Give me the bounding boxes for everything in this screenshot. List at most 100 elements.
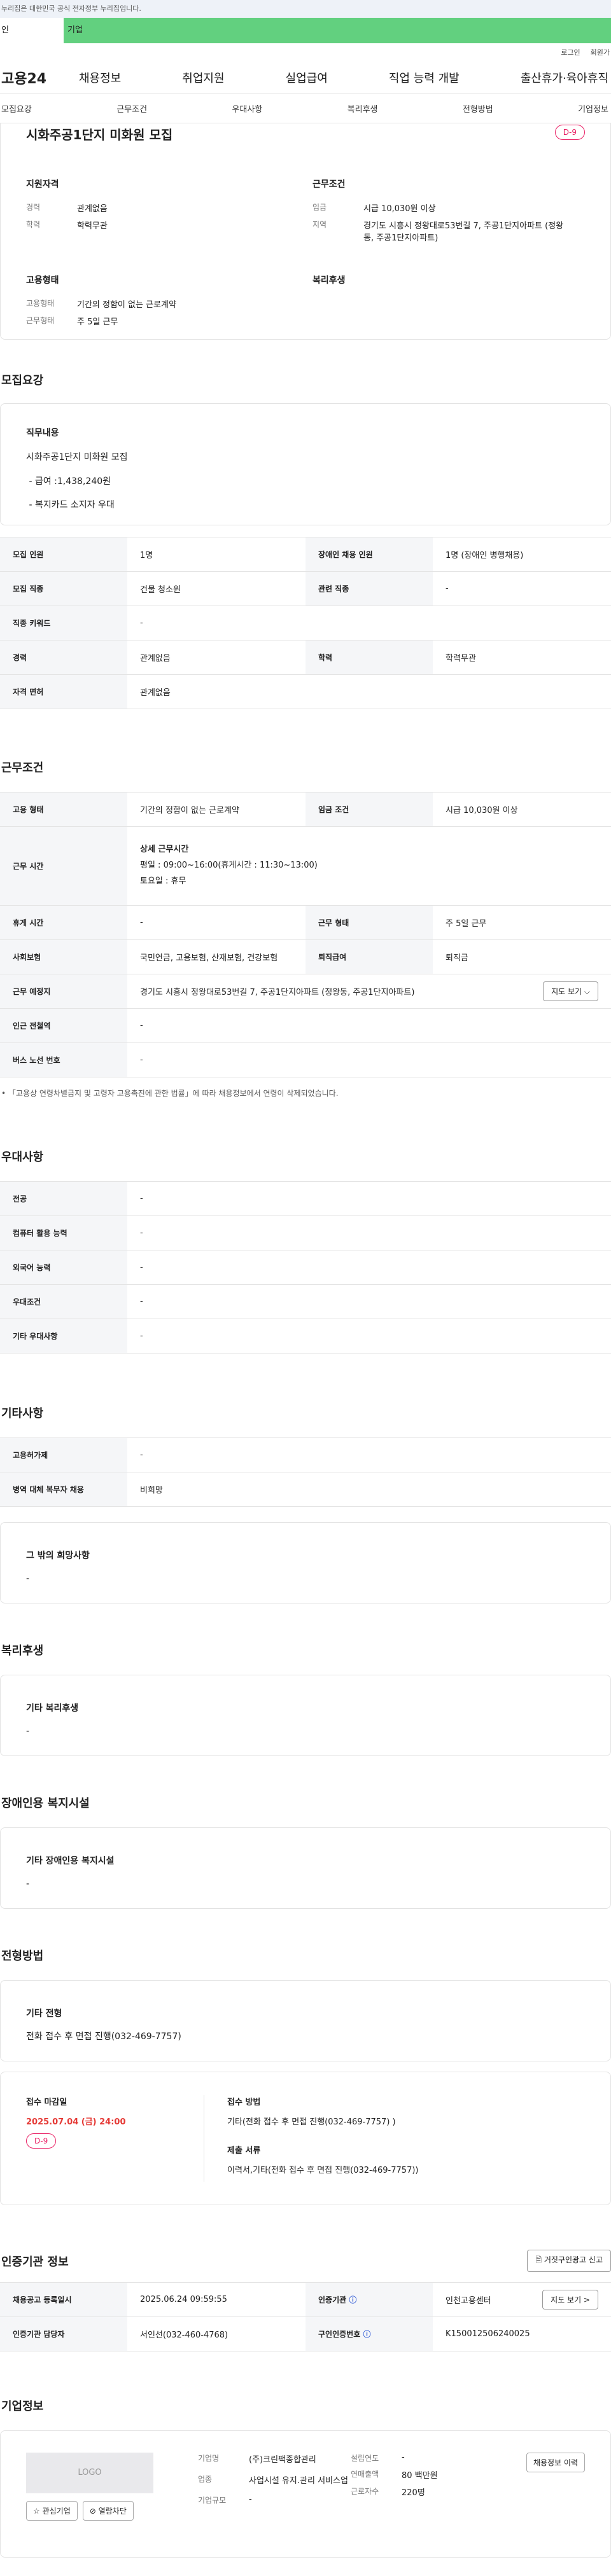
subnav-company[interactable]: 기업정보 [578, 102, 608, 114]
cell-label: 직종 키워드 [0, 606, 127, 641]
docs-heading: 제출 서류 [227, 2146, 261, 2156]
subnav-recruit[interactable]: 모집요강 [1, 102, 32, 114]
cell-label: 경력 [0, 640, 127, 675]
block-view-button[interactable]: ⊘ 열람차단 [82, 2501, 134, 2521]
deadline-heading: 접수 마감일 [26, 2098, 67, 2107]
cell-value: - [127, 1042, 611, 1077]
cell-value: - [127, 1437, 611, 1472]
table-row: 근무 예정지 경기도 시흥시 정왕대로53번길 7, 주공1단지아파트 (정왕동,… [0, 974, 611, 1009]
apply-card: 접수 마감일 2025.07.04 (금) 24:00 D-9 접수 방법 기타… [0, 2072, 611, 2205]
tab-company[interactable]: 기업 [64, 18, 611, 43]
cell-value: 2025.06.24 09:59:55 [127, 2282, 306, 2317]
history-button[interactable]: 채용정보 이력 [526, 2453, 585, 2472]
cell-value: - [127, 1008, 611, 1043]
cell-label: 관련 직종 [306, 571, 433, 606]
cell-label: 기타 우대사항 [0, 1319, 127, 1354]
welfare-card-value: - [26, 1726, 30, 1737]
cell-label: 학력 [306, 640, 433, 675]
table-row: 채용공고 등록일시 2025.06.24 09:59:55 인증기관 ⓘ 인천고용센터… [0, 2282, 611, 2317]
disabled-card-heading: 기타 장애인용 복지시설 [26, 1856, 115, 1866]
login-link[interactable]: 로그인 [561, 47, 580, 57]
gnb-training[interactable]: 직업 능력 개발 [389, 69, 460, 86]
cell-value: - [127, 1319, 611, 1354]
cert-org-label: 인증기관 [318, 2296, 347, 2304]
cell-value: 인천고용센터 [446, 2296, 491, 2306]
cell-label: 고용허가제 [0, 1437, 127, 1472]
deadline-value: 2025.07.04 (금) 24:00 [26, 2117, 126, 2127]
cell-value: 기간의 정함이 없는 근로계약 [127, 792, 306, 827]
table-row: 모집 직종 건물 청소원 관련 직종 - [0, 571, 611, 606]
company-card: LOGO ☆ 관심기업 ⊘ 열람차단 기업명 (주)크린팩종합관리 업종 사업시설 … [0, 2430, 611, 2558]
cell-label: 휴게 시간 [0, 905, 127, 940]
job-line: - 급여 :1,438,240원 [26, 476, 111, 487]
cell-label: 근무 시간 [0, 826, 127, 906]
table-row: 휴게 시간 - 근무 형태 주 5일 근무 [0, 905, 611, 940]
sales-label: 연매출액 [351, 2470, 379, 2479]
employees-label: 근로자수 [351, 2487, 379, 2496]
qual-heading: 지원자격 [26, 179, 59, 190]
cell-value: 학력무관 [433, 640, 611, 675]
cert-map-button[interactable]: 지도 보기 > [542, 2290, 598, 2309]
location-cell: 경기도 시흥시 정왕대로53번길 7, 주공1단지아파트 (정왕동, 주공1단지… [127, 974, 611, 1009]
map-button[interactable]: 지도 보기 ⌵ [543, 981, 598, 1001]
gnb-jobs[interactable]: 채용정보 [79, 69, 121, 86]
subnav-welfare[interactable]: 복리후생 [348, 102, 378, 114]
cell-label: 사회보험 [0, 939, 127, 974]
cell-label: 버스 노선 번호 [0, 1042, 127, 1077]
pref-table: 전공 - 컴퓨터 활용 능력 - 외국어 능력 - 우대조건 - 기타 우대사항 - [0, 1181, 611, 1354]
cell-label: 채용공고 등록일시 [0, 2282, 127, 2317]
cond-heading: 근무조건 [313, 179, 346, 190]
cell-value: 퇴직금 [433, 939, 611, 974]
company-name-label: 기업명 [198, 2454, 220, 2463]
cell-label: 근무 예정지 [0, 974, 127, 1009]
disabled-card-value: - [26, 1879, 30, 1890]
subnav-work[interactable]: 근무조건 [116, 102, 147, 114]
hours-heading: 상세 근무시간 [140, 845, 189, 855]
cert-no-label: 구인인증번호 [318, 2330, 361, 2339]
cell-label: 전공 [0, 1181, 127, 1216]
cell-label: 병역 대체 복무자 채용 [0, 1472, 127, 1507]
worktype-value: 주 5일 근무 [77, 317, 118, 327]
job-title: 시화주공1단지 미화원 모집 [26, 127, 173, 142]
table-row: 모집 인원 1명 장애인 채용 인원 1명 (장애인 병행채용) [0, 537, 611, 572]
gnb-employment-support[interactable]: 취업지원 [182, 69, 224, 86]
wage-value: 시급 10,030원 이상 [363, 204, 436, 214]
deadline-dday-badge: D-9 [26, 2133, 57, 2149]
cell-value: 국민연금, 고용보험, 산재보험, 건강보험 [127, 939, 306, 974]
cell-label: 임금 조건 [306, 792, 433, 827]
recruit-table: 모집 인원 1명 장애인 채용 인원 1명 (장애인 병행채용) 모집 직종 건물 청소… [0, 537, 611, 709]
cell-value: 관계없음 [127, 674, 611, 709]
etc-card-heading: 그 밖의 희망사항 [26, 1551, 90, 1561]
subnav-select[interactable]: 전형방법 [463, 102, 493, 114]
cell-value: 1명 (장애인 병행채용) [433, 537, 611, 572]
cell-label: 외국어 능력 [0, 1250, 127, 1285]
select-card-heading: 기타 전형 [26, 2009, 62, 2019]
gnb-leave[interactable]: 출산휴가·육아휴직 [521, 69, 608, 86]
edu-value: 학력무관 [77, 221, 108, 231]
cell-label: 컴퓨터 활용 능력 [0, 1215, 127, 1250]
table-row: 인근 전철역 - [0, 1008, 611, 1043]
welfare-card: 기타 복리후생 - [0, 1675, 611, 1756]
cell-value: - [127, 1250, 611, 1285]
career-label: 경력 [26, 203, 41, 212]
tab-individual[interactable]: 인 [0, 18, 64, 43]
cell-value: 주 5일 근무 [433, 905, 611, 940]
table-row: 외국어 능력 - [0, 1250, 611, 1285]
cell-value: - [127, 1215, 611, 1250]
etc-card-value: - [26, 1574, 30, 1584]
cell-value: K150012506240025 [433, 2316, 611, 2351]
disabled-heading: 장애인용 복지시설 [1, 1797, 90, 1810]
info-icon[interactable]: ⓘ [363, 2330, 370, 2339]
report-button[interactable]: 🗎 거짓구인광고 신고 [527, 2250, 611, 2272]
cell-label: 퇴직급여 [306, 939, 433, 974]
gnb-unemployment[interactable]: 실업급여 [286, 69, 328, 86]
signup-link[interactable]: 회원가 [591, 47, 610, 57]
favorite-company-button[interactable]: ☆ 관심기업 [26, 2501, 78, 2521]
gov-notice: 누리집은 대한민국 공식 전자정부 누리집입니다. [0, 0, 611, 18]
site-logo[interactable]: 고용24 [0, 67, 79, 88]
info-icon[interactable]: ⓘ [349, 2296, 356, 2304]
subnav-pref[interactable]: 우대사항 [232, 102, 262, 114]
cell-label: 모집 직종 [0, 571, 127, 606]
etc-table: 고용허가제 - 병역 대체 복무자 채용 비희망 [0, 1437, 611, 1507]
hours-line: 토요일 : 휴무 [140, 876, 186, 886]
